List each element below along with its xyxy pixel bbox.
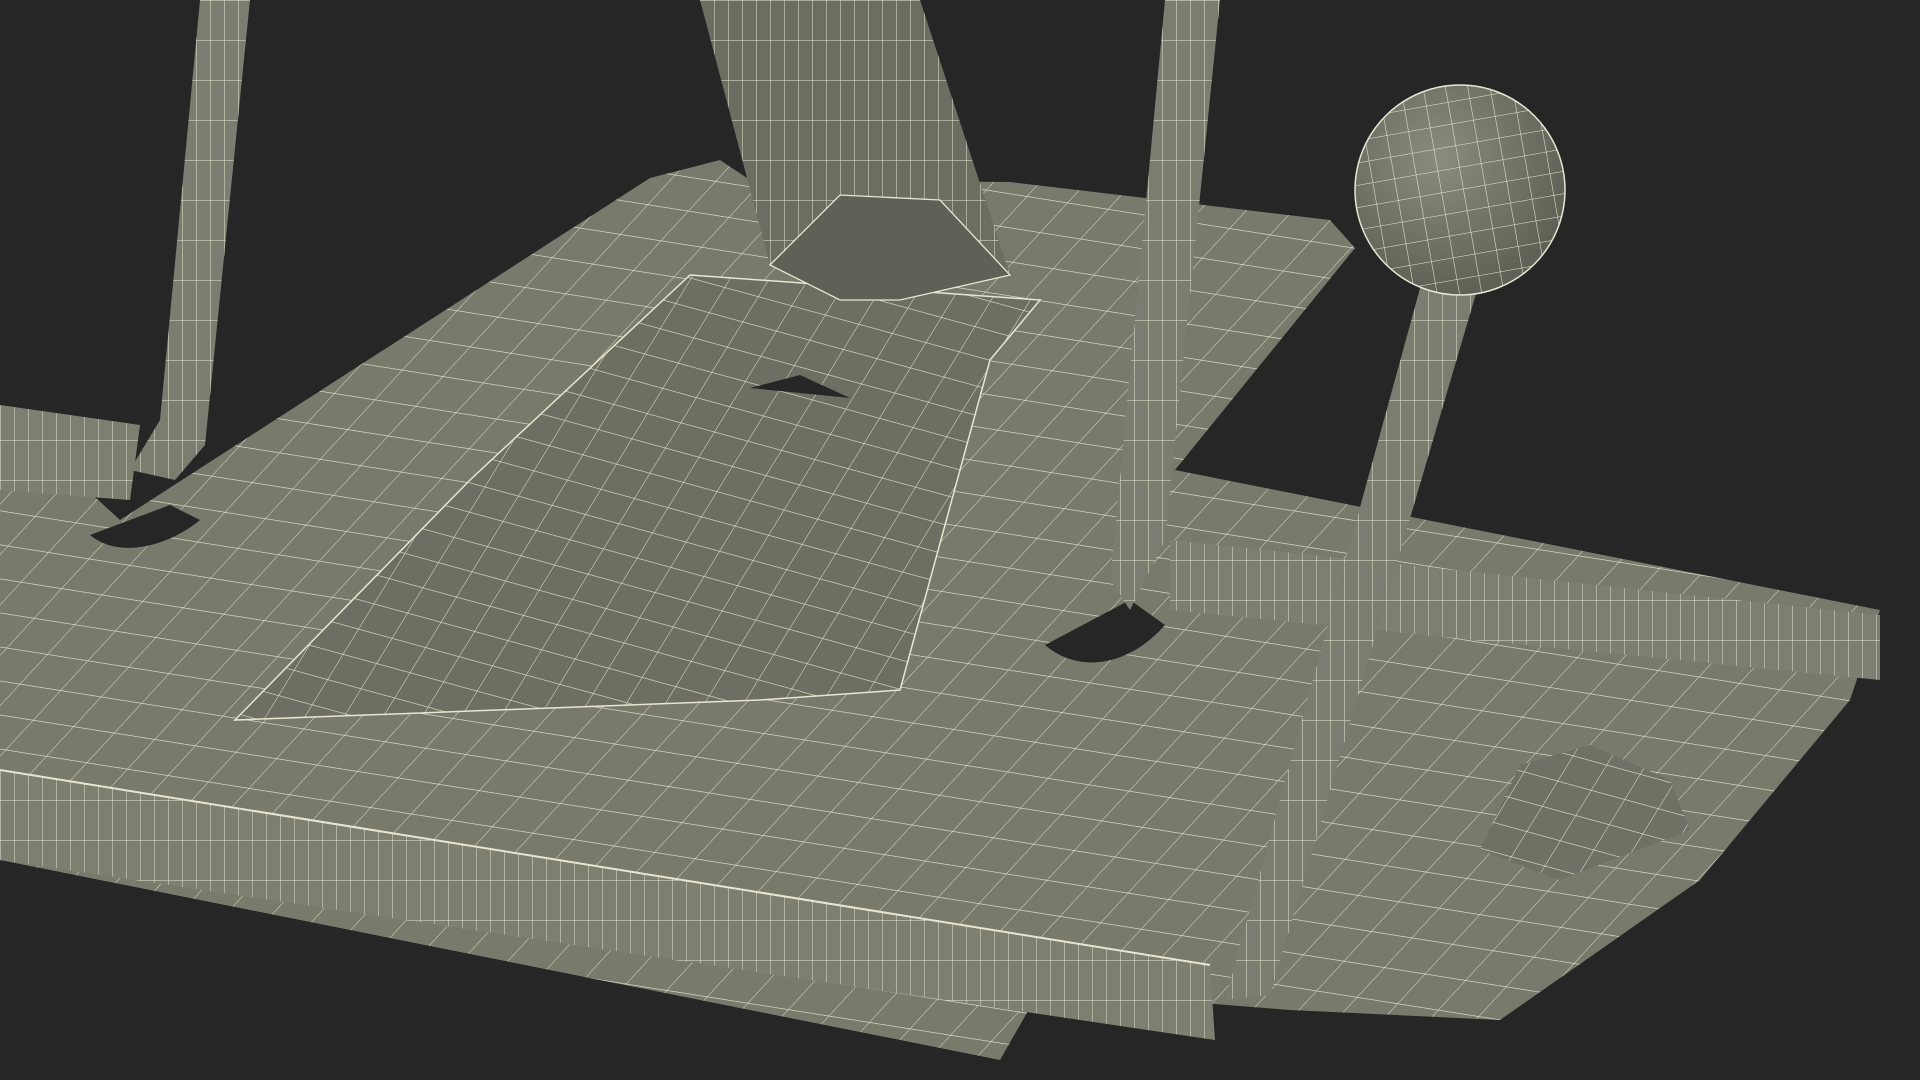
wireframe-render bbox=[0, 0, 1880, 1060]
render-viewport bbox=[0, 0, 1920, 1080]
ball-knob bbox=[1354, 84, 1566, 296]
left-rolled-edge bbox=[0, 405, 140, 500]
left-leg-tube bbox=[130, 0, 250, 480]
